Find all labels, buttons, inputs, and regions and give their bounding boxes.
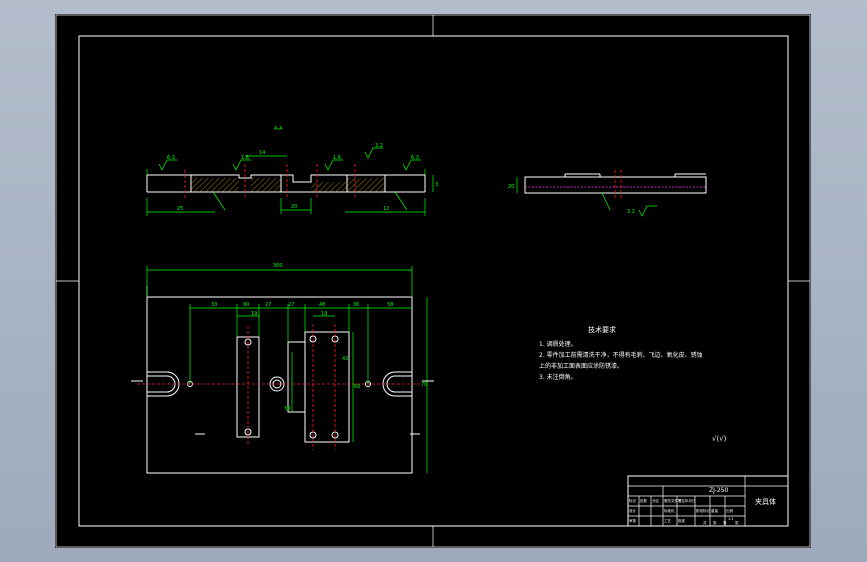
tb-stage-0: 阶段标记 xyxy=(696,508,710,513)
plan-left-u-slot-inner xyxy=(147,375,176,393)
cad-viewport[interactable]: A-A 25 12 20 14 3 6.3 1.6 1.6 3.2 6.3 20… xyxy=(0,0,867,562)
plan-locating-bar-right xyxy=(304,331,350,443)
tb-stage-2: 比例 xyxy=(726,508,734,513)
plan-plate-left-lower xyxy=(146,296,169,373)
tb-role-0: 设计 xyxy=(629,508,637,513)
plan-dim-27b: 27 xyxy=(288,302,294,308)
side-view-roughness-value: 3.2 xyxy=(627,209,635,215)
roughness-value-4: 3.2 xyxy=(375,143,383,149)
plan-dim-48: 48 xyxy=(319,302,325,308)
tech-line-1: 1. 调质处理。 xyxy=(539,340,577,348)
tb-scale: 1:1 xyxy=(728,517,734,521)
plan-dim-90: 90 xyxy=(243,302,249,308)
plan-dim-33: 33 xyxy=(211,302,217,308)
side-view: 20 3.2 xyxy=(508,170,707,217)
side-view-body xyxy=(524,176,707,194)
section-hatch-c xyxy=(311,182,347,192)
roughness-symbol-4 xyxy=(364,147,383,159)
section-dim-3: 3 xyxy=(435,182,438,188)
section-dim-12: 12 xyxy=(383,206,389,212)
plan-dim-38: 38 xyxy=(284,406,290,412)
roughness-value-2: 1.6 xyxy=(241,155,249,161)
tech-requirements: 技术要求 1. 调质处理。 2. 零件加工前需清洗干净，不得有毛刺、飞边、氧化皮… xyxy=(539,325,727,443)
tb-role-3: 工艺 xyxy=(664,518,672,523)
tb-label-2: 分区 xyxy=(652,498,660,503)
tb-role-4: 批准 xyxy=(678,518,686,523)
roughness-value-3: 1.6 xyxy=(333,155,341,161)
side-view-dim-label: 20 xyxy=(508,184,514,190)
plan-dim-36: 36 xyxy=(353,302,359,308)
tech-line-4: 3. 未注倒角。 xyxy=(539,373,577,381)
section-dim-14: 14 xyxy=(259,150,265,156)
roughness-value-1: 6.3 xyxy=(167,155,175,161)
tb-sheet-0: 共 xyxy=(703,520,707,525)
roughness-symbol-3 xyxy=(324,159,343,171)
section-hatch-a xyxy=(191,178,239,192)
plan-locating-block xyxy=(287,341,306,413)
roughness-symbol-1 xyxy=(158,159,177,171)
tb-sheet-1: 张 xyxy=(713,520,717,525)
drawing-sheet[interactable]: A-A 25 12 20 14 3 6.3 1.6 1.6 3.2 6.3 20… xyxy=(55,14,811,548)
section-dim-25: 25 xyxy=(177,206,183,212)
plan-dim-overall-label: 300 xyxy=(273,263,283,269)
plan-dim-60: 60 xyxy=(354,384,360,390)
side-view-leader xyxy=(601,192,611,211)
section-hatch-b xyxy=(251,178,281,192)
tech-line-2: 2. 零件加工前需清洗干净，不得有毛刺、飞边、氧化皮、锈蚀 xyxy=(539,351,703,359)
tb-part-code: ZJ-250 xyxy=(709,487,728,494)
roughness-symbol-2 xyxy=(232,159,251,171)
section-view-aa: A-A 25 12 20 14 3 6.3 1.6 1.6 3.2 6.3 xyxy=(146,126,438,216)
plan-dim-58: 58 xyxy=(387,302,393,308)
sheet-outer-frame xyxy=(55,14,811,548)
roughness-value-5: 6.3 xyxy=(411,155,419,161)
roughness-note: √(√) xyxy=(712,435,727,443)
tb-label-0: 标记 xyxy=(629,498,637,503)
section-right-end xyxy=(385,174,426,192)
plan-dim-70: 70 xyxy=(421,382,427,388)
drawing-canvas[interactable]: A-A 25 12 20 14 3 6.3 1.6 1.6 3.2 6.3 20… xyxy=(55,14,811,548)
section-hatch-d xyxy=(347,178,385,192)
tech-line-3: 上的非加工面表面应涂防锈漆。 xyxy=(539,362,623,370)
tb-sheet-2: 第 xyxy=(723,520,727,525)
leader-1 xyxy=(212,191,226,211)
section-left-end xyxy=(146,174,192,192)
tb-label-4: 签名 xyxy=(678,498,685,503)
plan-dim-19b: 19 xyxy=(321,311,327,317)
plan-view: 300 33 90 27 27 48 36 58 19 19 70 42 38 … xyxy=(131,263,434,474)
tb-sheet-3: 张 xyxy=(735,520,739,525)
tb-role-2: 标准化 xyxy=(664,508,675,513)
side-view-roughness xyxy=(638,205,657,217)
plan-dim-42: 42 xyxy=(342,356,348,362)
plan-plate-outline xyxy=(146,296,413,474)
plan-dim-27: 27 xyxy=(265,302,271,308)
leader-2 xyxy=(394,191,408,211)
plan-dim-19a: 19 xyxy=(251,311,257,317)
title-block: ZJ-250 夹具体 标记 处数 分区 更改文件号 签名 年月日 设计 审核 标… xyxy=(627,475,789,527)
tb-part-name: 夹具体 xyxy=(755,497,776,506)
section-label: A-A xyxy=(274,126,283,132)
tb-label-5: 年月日 xyxy=(685,498,696,503)
tb-stage-1: 重量 xyxy=(711,508,719,513)
tech-title: 技术要求 xyxy=(588,325,616,334)
roughness-symbol-5 xyxy=(402,159,421,171)
section-dim-20: 20 xyxy=(291,204,297,210)
drawing-border xyxy=(78,35,789,527)
tb-label-1: 处数 xyxy=(640,498,648,503)
tb-role-1: 审核 xyxy=(629,518,637,523)
